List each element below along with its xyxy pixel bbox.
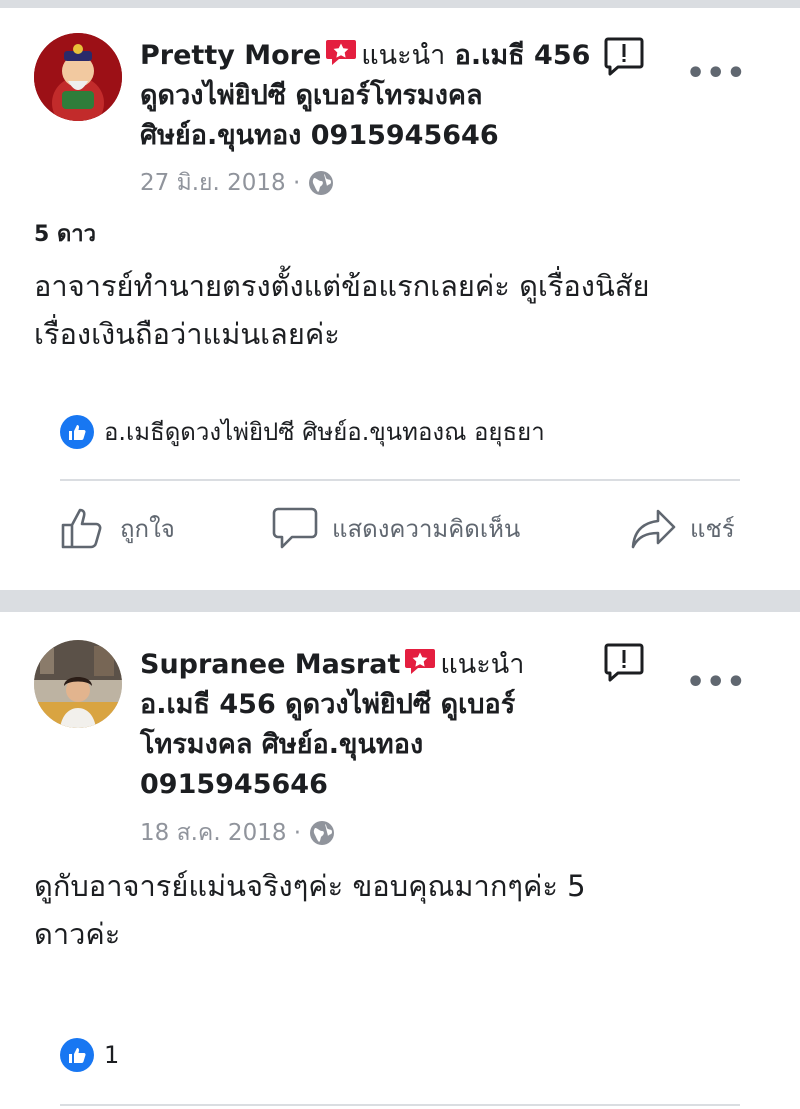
share-label: แชร์ (690, 514, 735, 543)
recommend-icon (404, 647, 436, 675)
more-options-button[interactable]: ••• (686, 665, 747, 700)
post-header: Supranee Masrat แนะนำ อ.เมธี 456 ดูดวงไพ่… (140, 645, 590, 805)
recommends-label: แนะนำ (361, 40, 446, 71)
page-name-line3[interactable]: โทรมงคล ศิษย์อ.ขุนทอง (140, 725, 590, 765)
like-badge-icon (60, 414, 94, 449)
share-icon (631, 509, 676, 549)
post-divider (60, 479, 740, 481)
post-header: Pretty More แนะนำ อ.เมธี 456 ดูดวงไพ่ยิปซ… (140, 36, 610, 156)
recommend-icon (325, 38, 357, 66)
review-text: ดูกับอาจารย์แม่นจริงๆค่ะ ขอบคุณมากๆค่ะ 5… (34, 862, 774, 958)
author-name[interactable]: Pretty More (140, 40, 321, 71)
post-date[interactable]: 27 มิ.ย. 2018 · (140, 165, 300, 201)
like-badge-icon (60, 1038, 94, 1072)
review-text-line1: ดูกับอาจารย์แม่นจริงๆค่ะ ขอบคุณมากๆค่ะ 5 (34, 869, 586, 903)
post-divider (60, 1104, 740, 1106)
author-name[interactable]: Supranee Masrat (140, 649, 400, 680)
more-options-button[interactable]: ••• (686, 56, 747, 91)
review-text-line1: อาจารย์ทำนายตรงตั้งแต่ข้อแรกเลยค่ะ ดูเรื… (34, 269, 650, 303)
page-name-line4[interactable]: 0915945646 (140, 765, 590, 805)
like-icon (61, 508, 102, 549)
report-icon[interactable] (604, 642, 644, 686)
comment-label: แสดงความคิดเห็น (332, 514, 521, 543)
comment-icon (272, 507, 318, 549)
review-text-line2: ดาวค่ะ (34, 917, 121, 951)
author-avatar[interactable] (34, 640, 122, 728)
feed-separator (0, 590, 800, 612)
review-post-2: Supranee Masrat แนะนำ อ.เมธี 456 ดูดวงไพ่… (0, 612, 800, 1109)
like-count[interactable]: 1 (104, 1041, 119, 1069)
page-name-line2[interactable]: ดูดวงไพ่ยิปซี ดูเบอร์โทรมงคล (140, 76, 610, 116)
reactions-summary[interactable]: 1 (60, 1038, 119, 1072)
recommends-label: แนะนำ (440, 649, 525, 680)
post-date[interactable]: 18 ส.ค. 2018 · (140, 815, 301, 851)
like-button[interactable]: ถูกใจ (60, 505, 175, 551)
share-button[interactable]: แชร์ (630, 505, 735, 551)
post-meta: 18 ส.ค. 2018 · (140, 815, 335, 851)
review-text-line2: เรื่องเงินถือว่าแม่นเลยค่ะ (34, 317, 340, 351)
post-meta: 27 มิ.ย. 2018 · (140, 165, 334, 201)
globe-icon (309, 820, 335, 846)
globe-icon (308, 170, 334, 196)
review-rating: 5 ดาว (34, 222, 96, 247)
comment-button[interactable]: แสดงความคิดเห็น (272, 505, 520, 551)
page-name-line2[interactable]: อ.เมธี 456 ดูดวงไพ่ยิปซี ดูเบอร์ (140, 685, 590, 725)
author-avatar[interactable] (34, 33, 122, 121)
page-name-line3[interactable]: ศิษย์อ.ขุนทอง 0915945646 (140, 116, 610, 156)
report-icon[interactable] (604, 36, 644, 80)
review-text: อาจารย์ทำนายตรงตั้งแต่ข้อแรกเลยค่ะ ดูเรื… (34, 262, 774, 358)
likers-text[interactable]: อ.เมธีดูดวงไพ่ยิปซี ศิษย์อ.ขุนทองณ อยุธย… (104, 412, 545, 451)
page-name[interactable]: อ.เมธี 456 (455, 40, 591, 71)
reactions-summary[interactable]: อ.เมธีดูดวงไพ่ยิปซี ศิษย์อ.ขุนทองณ อยุธย… (60, 412, 545, 451)
like-label: ถูกใจ (120, 514, 175, 543)
review-post-1: Pretty More แนะนำ อ.เมธี 456 ดูดวงไพ่ยิปซ… (0, 0, 800, 590)
